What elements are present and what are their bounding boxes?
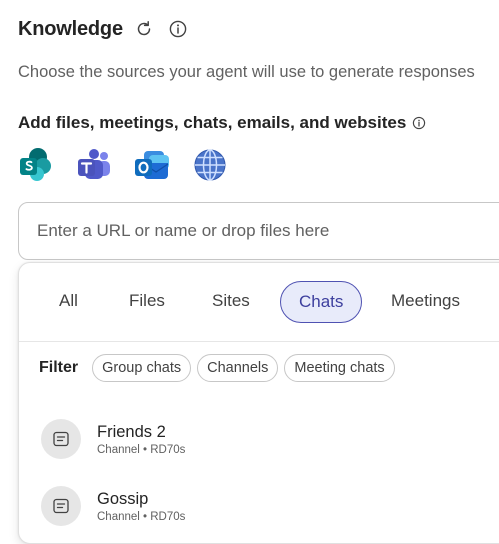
info-icon[interactable] <box>412 116 426 130</box>
search-results-panel: All Files Sites Chats Meetings Filter Gr… <box>18 262 499 544</box>
source-tabs: All Files Sites Chats Meetings <box>19 263 499 342</box>
list-item-text: Gossip Channel • RD70s <box>97 490 185 523</box>
filter-chip-group-chats[interactable]: Group chats <box>92 354 192 382</box>
channel-icon <box>41 419 81 459</box>
page-subtitle: Choose the sources your agent will use t… <box>18 63 475 81</box>
list-item-name: Gossip <box>97 489 149 508</box>
tab-sites[interactable]: Sites <box>212 281 250 323</box>
outlook-icon[interactable] <box>134 147 170 183</box>
list-item-meta: Channel • RD70s <box>97 443 186 456</box>
page-title: Knowledge <box>18 17 123 40</box>
list-item-meta: Channel • RD70s <box>97 510 186 523</box>
sharepoint-icon[interactable] <box>18 147 54 183</box>
tab-files[interactable]: Files <box>129 281 165 323</box>
filter-chip-meeting-chats[interactable]: Meeting chats <box>284 354 395 382</box>
url-search-box[interactable] <box>18 202 499 260</box>
channel-icon <box>41 486 81 526</box>
tab-chats[interactable]: Chats <box>280 281 363 323</box>
filter-row: Filter Group chats Channels Meeting chat… <box>39 353 401 383</box>
list-item[interactable]: Friends 2 Channel • RD70s <box>41 419 185 459</box>
tab-meetings[interactable]: Meetings <box>391 281 460 323</box>
tab-all[interactable]: All <box>59 281 78 323</box>
list-item-text: Friends 2 Channel • RD70s <box>97 423 185 456</box>
knowledge-header: Knowledge <box>18 16 189 42</box>
info-icon[interactable] <box>167 18 189 40</box>
source-apps <box>18 147 228 183</box>
teams-icon[interactable] <box>76 147 112 183</box>
filter-chip-channels[interactable]: Channels <box>197 354 279 382</box>
list-item[interactable]: Gossip Channel • RD70s <box>41 486 185 526</box>
filter-label: Filter <box>39 359 79 376</box>
search-input[interactable] <box>19 203 499 259</box>
refresh-icon[interactable] <box>133 18 155 40</box>
list-item-name: Friends 2 <box>97 422 166 441</box>
sources-section-title: Add files, meetings, chats, emails, and … <box>18 113 426 133</box>
section-title-text: Add files, meetings, chats, emails, and … <box>18 113 407 132</box>
globe-icon[interactable] <box>192 147 228 183</box>
